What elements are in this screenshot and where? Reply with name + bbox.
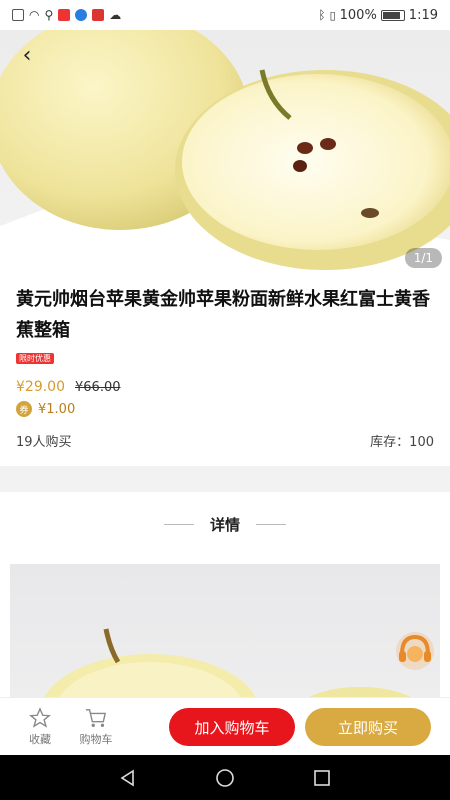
wifi-icon: ◠ — [29, 8, 40, 22]
details-section: 详情 — [0, 492, 450, 704]
nav-back-icon — [120, 769, 135, 786]
price-row: ¥29.00 ¥66.00 — [16, 379, 434, 395]
status-bar: ◠ ⚲ ☁ ᛒ ▯ 100% 1:19 — [0, 0, 450, 30]
meta-row: 19人购买 库存：100 — [16, 431, 434, 450]
app-notification-icon — [58, 9, 71, 21]
apple-photo — [0, 30, 450, 280]
detail-image — [10, 564, 440, 704]
nav-home-icon — [216, 768, 234, 787]
status-icons-right: ᛒ ▯ 100% 1:19 — [318, 8, 438, 23]
divider — [163, 523, 194, 525]
headset-icon — [396, 632, 434, 670]
cloud-icon: ☁ — [109, 8, 122, 22]
favorite-label: 收藏 — [29, 732, 51, 746]
action-bar: 收藏 购物车 加入购物车 立即购买 — [0, 697, 450, 755]
cart-label: 购物车 — [79, 732, 113, 746]
divider — [256, 523, 286, 525]
nav-recent-button[interactable] — [302, 758, 342, 798]
stock-count: 库存：100 — [370, 435, 434, 450]
vibrate-icon: ▯ — [329, 8, 336, 22]
bluetooth-icon: ᛒ — [318, 8, 326, 22]
nav-recent-icon — [313, 769, 330, 786]
status-icons-left: ◠ ⚲ ☁ — [12, 8, 121, 22]
nav-back-button[interactable] — [108, 758, 148, 798]
battery-percent: 100% — [339, 7, 377, 23]
cart-icon — [85, 708, 107, 727]
buy-now-button[interactable]: 立即购买 — [305, 708, 431, 746]
promo-tag: 限时优惠 — [16, 353, 54, 364]
usb-icon: ⚲ — [44, 8, 54, 22]
customer-service-button[interactable] — [394, 630, 436, 672]
app-notification-icon — [75, 9, 88, 21]
back-button[interactable]: ‹ — [12, 40, 42, 70]
image-pager: 1/1 — [404, 248, 442, 268]
app-notification-icon — [92, 9, 105, 21]
add-to-cart-button[interactable]: 加入购物车 — [169, 708, 295, 746]
favorite-button[interactable]: 收藏 — [12, 706, 68, 747]
apple-detail-photo — [41, 628, 419, 704]
product-info-card: 黄元帅烟台苹果黄金帅苹果粉面新鲜水果红富士黄香蕉整箱 限时优惠 ¥29.00 ¥… — [0, 280, 450, 466]
details-title: 详情 — [209, 515, 240, 534]
coupon-icon: 券 — [16, 401, 32, 417]
product-image[interactable]: ‹ 1/1 — [0, 30, 450, 280]
nav-home-button[interactable] — [205, 758, 245, 798]
clock: 1:19 — [408, 7, 438, 23]
coupon-row: 券 ¥1.00 — [16, 401, 434, 417]
star-icon — [29, 706, 51, 728]
system-nav-bar — [0, 755, 450, 800]
battery-icon — [380, 9, 405, 21]
back-arrow-icon: ‹ — [22, 42, 32, 68]
coupon-value: ¥1.00 — [38, 401, 76, 417]
original-price: ¥66.00 — [75, 380, 121, 395]
sim-icon — [12, 9, 24, 21]
buyer-count: 19人购买 — [16, 435, 72, 450]
product-title: 黄元帅烟台苹果黄金帅苹果粉面新鲜水果红富士黄香蕉整箱 — [16, 289, 430, 341]
details-header: 详情 — [0, 492, 450, 556]
sale-price: ¥29.00 — [16, 379, 65, 395]
cart-button[interactable]: 购物车 — [68, 707, 124, 747]
